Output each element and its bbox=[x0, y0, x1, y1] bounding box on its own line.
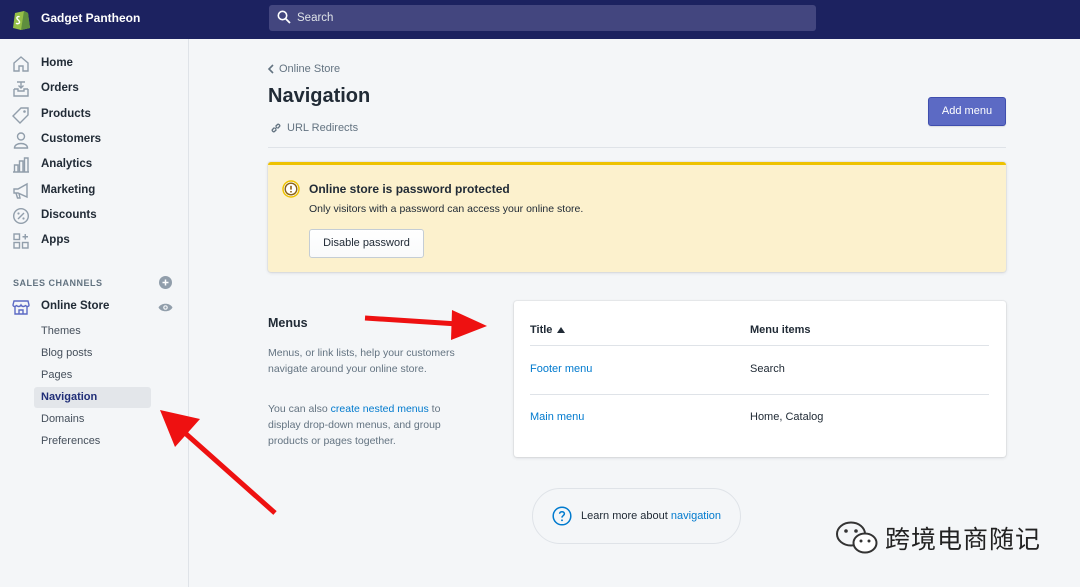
url-redirects-label: URL Redirects bbox=[287, 122, 359, 134]
menus-description: Menus, or link lists, help your customer… bbox=[268, 347, 455, 375]
sidebar-item-label: Orders bbox=[41, 82, 79, 94]
password-warning-banner: Online store is password protected Only … bbox=[268, 162, 1006, 272]
learn-more-prefix: Learn more about bbox=[581, 510, 671, 522]
sidebar-item-label: Analytics bbox=[41, 158, 93, 170]
sidebar-item-label: Marketing bbox=[41, 184, 96, 196]
banner-text: Only visitors with a password can access… bbox=[309, 203, 584, 215]
sidebar-item-customers[interactable]: Customers bbox=[0, 128, 189, 152]
annotation-arrow-right bbox=[364, 310, 487, 340]
footer-menu-items: Search bbox=[750, 363, 785, 375]
sidebar-subitem-preferences[interactable]: Preferences bbox=[41, 435, 100, 447]
help-icon bbox=[552, 506, 572, 526]
link-icon bbox=[271, 123, 281, 133]
menus-section-title: Menus bbox=[268, 316, 308, 330]
sidebar-item-label: Discounts bbox=[41, 209, 97, 221]
title-header-label: Title bbox=[530, 324, 553, 336]
create-nested-menus-link[interactable]: create nested menus bbox=[331, 403, 429, 415]
sidebar-item-home[interactable]: Home bbox=[0, 52, 189, 76]
learn-more-text: Learn more about navigation bbox=[581, 510, 721, 522]
navigation-help-link[interactable]: navigation bbox=[671, 510, 721, 522]
banner-title: Online store is password protected bbox=[309, 182, 510, 196]
add-channel-icon[interactable] bbox=[159, 276, 172, 289]
breadcrumb-label: Online Store bbox=[279, 63, 341, 75]
sidebar-subitem-blog-posts[interactable]: Blog posts bbox=[41, 347, 92, 359]
sidebar-item-products[interactable]: Products bbox=[0, 103, 189, 127]
home-icon bbox=[13, 56, 29, 72]
divider bbox=[268, 147, 1006, 148]
sidebar-item-label: Home bbox=[41, 57, 73, 69]
wechat-logo-icon bbox=[836, 521, 878, 554]
person-icon bbox=[13, 132, 29, 149]
sidebar-item-label: Online Store bbox=[41, 300, 110, 312]
url-redirects-link[interactable]: URL Redirects bbox=[270, 122, 358, 134]
orders-icon bbox=[13, 81, 29, 97]
row-divider bbox=[530, 345, 989, 346]
sidebar-subitem-navigation[interactable]: Navigation bbox=[34, 387, 151, 408]
sidebar-item-orders[interactable]: Orders bbox=[0, 77, 189, 101]
sort-ascending-icon bbox=[557, 327, 566, 333]
shopify-logo-icon[interactable] bbox=[11, 8, 31, 30]
sidebar-item-label: Customers bbox=[41, 133, 102, 145]
sidebar-item-discounts[interactable]: Discounts bbox=[0, 204, 189, 228]
search-input[interactable]: Search bbox=[269, 5, 816, 31]
store-icon bbox=[12, 300, 30, 315]
megaphone-icon bbox=[13, 182, 28, 199]
eye-icon[interactable] bbox=[158, 302, 173, 313]
page-title: Navigation bbox=[268, 85, 371, 107]
apps-icon bbox=[13, 233, 29, 249]
tag-icon bbox=[12, 107, 29, 124]
sidebar-item-apps[interactable]: Apps bbox=[0, 229, 189, 253]
annotation-arrow-up-left bbox=[160, 410, 277, 515]
wechat-watermark: 跨境电商随记 bbox=[835, 520, 1041, 556]
top-bar: Gadget Pantheon Search bbox=[0, 0, 1080, 39]
breadcrumb[interactable]: Online Store bbox=[267, 63, 340, 75]
sidebar-item-label: Products bbox=[41, 108, 91, 120]
search-placeholder: Search bbox=[297, 12, 334, 24]
sidebar-subitem-domains[interactable]: Domains bbox=[41, 413, 84, 425]
warning-icon bbox=[282, 180, 300, 198]
sidebar-item-label: Apps bbox=[41, 234, 70, 246]
menu-items-column-header: Menu items bbox=[750, 324, 811, 336]
store-name[interactable]: Gadget Pantheon bbox=[41, 11, 140, 25]
footer-menu-link[interactable]: Footer menu bbox=[530, 363, 592, 375]
menus-description-nested: You can also create nested menus to disp… bbox=[268, 401, 468, 449]
sidebar-item-marketing[interactable]: Marketing bbox=[0, 179, 189, 203]
discount-icon bbox=[12, 207, 30, 225]
main-menu-items: Home, Catalog bbox=[750, 411, 824, 423]
menus-table: Title Menu items Footer menu Search Main… bbox=[514, 301, 1006, 457]
sidebar-subitem-pages[interactable]: Pages bbox=[41, 369, 72, 381]
title-column-header[interactable]: Title bbox=[530, 324, 566, 336]
add-menu-button[interactable]: Add menu bbox=[928, 97, 1006, 126]
sidebar-item-analytics[interactable]: Analytics bbox=[0, 153, 189, 177]
sales-channels-title: SALES CHANNELS bbox=[13, 278, 103, 288]
bar-chart-icon bbox=[13, 157, 29, 173]
chevron-left-icon bbox=[267, 64, 274, 74]
sidebar-subitem-themes[interactable]: Themes bbox=[41, 325, 81, 337]
disable-password-button[interactable]: Disable password bbox=[309, 229, 424, 258]
main-menu-link[interactable]: Main menu bbox=[530, 411, 584, 423]
learn-more-callout: Learn more about navigation bbox=[532, 488, 741, 544]
row-divider bbox=[530, 394, 989, 395]
search-icon bbox=[277, 10, 291, 24]
watermark-text: 跨境电商随记 bbox=[885, 525, 1042, 554]
